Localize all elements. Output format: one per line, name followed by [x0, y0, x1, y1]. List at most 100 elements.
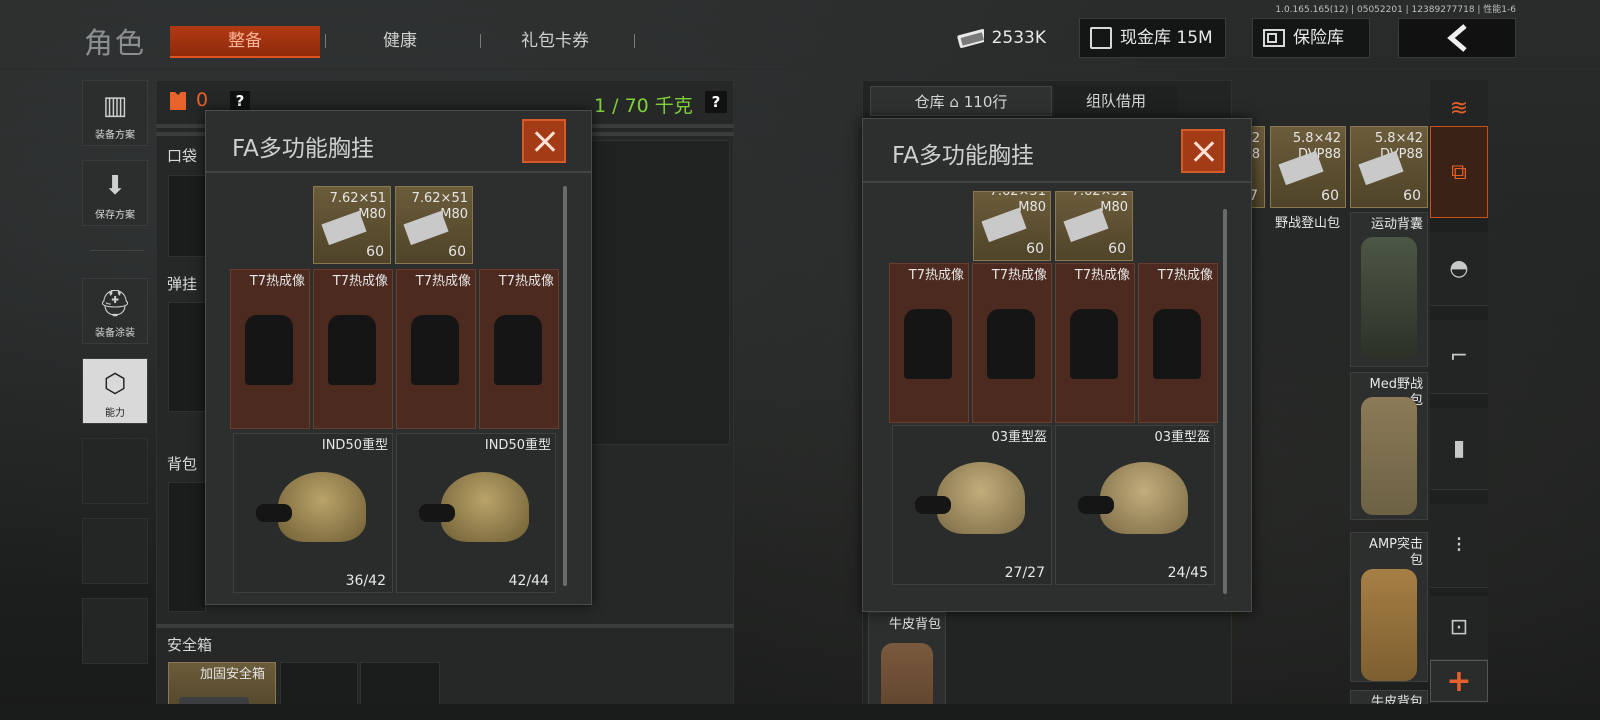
- thermal-scope-item[interactable]: T7热成像: [396, 269, 476, 429]
- tab-warehouse[interactable]: 仓库 ⌂ 110行: [870, 86, 1052, 116]
- close-icon[interactable]: [1181, 129, 1225, 173]
- magazine-icon[interactable]: ▮: [1430, 408, 1488, 490]
- nvg-icon: [915, 496, 951, 514]
- thermal-scope-icon: [1070, 309, 1118, 379]
- thermal-scope-item[interactable]: T7热成像: [1138, 263, 1218, 423]
- vault-icon: [1090, 27, 1112, 49]
- helmet-item[interactable]: IND50重型 42/44: [396, 433, 556, 593]
- thermal-scope-item[interactable]: T7热成像: [889, 263, 969, 423]
- rail-slot-empty: [82, 598, 148, 664]
- helmet-item[interactable]: 03重型盔 24/45: [1055, 425, 1215, 585]
- loadout-plan-button[interactable]: ▥ 装备方案: [82, 80, 148, 146]
- tab-team-borrow[interactable]: 组队借用: [1054, 86, 1178, 116]
- ammo-icon[interactable]: ⁝: [1430, 504, 1488, 588]
- ammo-box-icon: [321, 210, 367, 246]
- armor-indicator: 0: [166, 88, 208, 112]
- currency-amount: 2533K: [991, 28, 1046, 48]
- thermal-scope-icon: [245, 315, 293, 385]
- helmet-icon: [937, 462, 1025, 534]
- helmet-item[interactable]: IND50重型 36/42: [233, 433, 393, 593]
- ammo-item[interactable]: 5.8×42 DVP88 60: [1350, 126, 1428, 208]
- thermal-scope-icon: [494, 315, 542, 385]
- bottom-bar: [0, 704, 1600, 720]
- layers-icon[interactable]: ⧉: [1430, 126, 1488, 218]
- armor-help-button[interactable]: ?: [230, 91, 250, 111]
- safe-label: 保险库: [1293, 28, 1344, 48]
- backpack-item[interactable]: 野战登山包: [1270, 212, 1346, 362]
- backpack-label: 背包: [167, 455, 198, 473]
- ammo-box-icon: [1063, 207, 1109, 243]
- rail-divider: [90, 250, 144, 251]
- helmet-item[interactable]: 03重型盔 27/27: [892, 425, 1052, 585]
- backpack-item[interactable]: 运动背囊: [1350, 212, 1428, 367]
- helmet-icon: [278, 472, 366, 542]
- tab-gift-coupons[interactable]: 礼包卡券: [485, 26, 625, 58]
- ammo-item[interactable]: 7.62×51 M80 60: [313, 186, 391, 264]
- armor-value: 0: [196, 89, 209, 111]
- chest-rig-popup-left: FA多功能胸挂 7.62×51 M80 60 7.62×51 M80 60 T7…: [205, 110, 592, 605]
- thermal-scope-item[interactable]: T7热成像: [313, 269, 393, 429]
- panel-divider: [156, 624, 734, 628]
- add-icon[interactable]: +: [1430, 660, 1488, 702]
- rifle-icon[interactable]: ⌐: [1430, 320, 1488, 394]
- ammo-item[interactable]: 7.62×51 M80 60: [1055, 191, 1133, 261]
- thermal-scope-icon: [904, 309, 952, 379]
- pocket-label: 口袋: [167, 147, 198, 165]
- backpack-slot[interactable]: [168, 482, 206, 612]
- cash-vault-button[interactable]: 现金库 15M: [1079, 18, 1226, 58]
- thermal-scope-icon: [411, 315, 459, 385]
- vest-icon: ▥: [102, 91, 128, 121]
- header-divider: [0, 68, 1600, 70]
- currency-display: 2533K: [946, 18, 1056, 58]
- popup-scrollbar[interactable]: [1223, 209, 1227, 594]
- rail-slot-empty: [82, 438, 148, 504]
- download-icon: ⬇: [104, 171, 126, 201]
- ammo-item[interactable]: 7.62×51 M80 60: [973, 191, 1051, 261]
- backpack-item[interactable]: AMP突击 包: [1350, 532, 1428, 682]
- equipment-skin-button[interactable]: ⛑ 装备涂装: [82, 278, 148, 344]
- loadout-preview-slot: [590, 140, 730, 445]
- backpack-item[interactable]: Med野战 包: [1350, 372, 1428, 520]
- close-icon[interactable]: [522, 119, 566, 163]
- thermal-scope-icon: [328, 315, 376, 385]
- thermal-scope-icon: [1153, 309, 1201, 379]
- helmet-icon: ⛑: [98, 289, 132, 319]
- cash-vault-label: 现金库 15M: [1120, 28, 1213, 48]
- popup-divider: [206, 171, 591, 173]
- thermal-scope-item[interactable]: T7热成像: [1055, 263, 1135, 423]
- thermal-scope-item[interactable]: T7热成像: [479, 269, 559, 429]
- helmet-icon: [441, 472, 529, 542]
- back-button[interactable]: [1398, 18, 1516, 58]
- ammo-box-icon: [1278, 150, 1324, 186]
- home-icon: ⌂: [949, 93, 959, 111]
- popup-scrollbar[interactable]: [563, 186, 567, 586]
- popup-title: FA多功能胸挂: [232, 136, 374, 162]
- lightning-hex-icon: ⬡: [103, 369, 127, 399]
- helmet-icon[interactable]: ◓: [1430, 232, 1488, 306]
- safe-box-label: 安全箱: [167, 636, 213, 654]
- backpack-icon: [1361, 237, 1417, 359]
- chest-rig-slot[interactable]: [168, 302, 206, 412]
- pocket-slot[interactable]: [168, 175, 206, 257]
- thermal-scope-item[interactable]: T7热成像: [230, 269, 310, 429]
- armor-vest-icon: [170, 92, 186, 110]
- sight-icon[interactable]: ⊡: [1430, 596, 1488, 660]
- thermal-scope-item[interactable]: T7热成像: [972, 263, 1052, 423]
- tab-loadout[interactable]: 整备: [170, 26, 320, 58]
- thermal-scope-icon: [987, 309, 1035, 379]
- safe-button[interactable]: 保险库: [1252, 18, 1370, 58]
- ammo-item[interactable]: 5.8×42 DVP88 60: [1270, 126, 1346, 208]
- save-plan-button[interactable]: ⬇ 保存方案: [82, 160, 148, 226]
- helmet-icon: [1100, 462, 1188, 534]
- tab-divider: [634, 34, 635, 48]
- ability-button[interactable]: ⬡ 能力: [82, 358, 148, 424]
- weight-help-button[interactable]: ?: [705, 91, 727, 113]
- page-title: 角色: [84, 26, 147, 60]
- tab-health[interactable]: 健康: [330, 26, 470, 58]
- nvg-icon: [256, 504, 292, 522]
- ammo-item[interactable]: 7.62×51 M80 60: [395, 186, 473, 264]
- backpack-icon: [1361, 397, 1417, 515]
- rail-slot-empty: [82, 518, 148, 584]
- backpack-icon: [1361, 569, 1417, 681]
- safe-icon: [1263, 29, 1285, 47]
